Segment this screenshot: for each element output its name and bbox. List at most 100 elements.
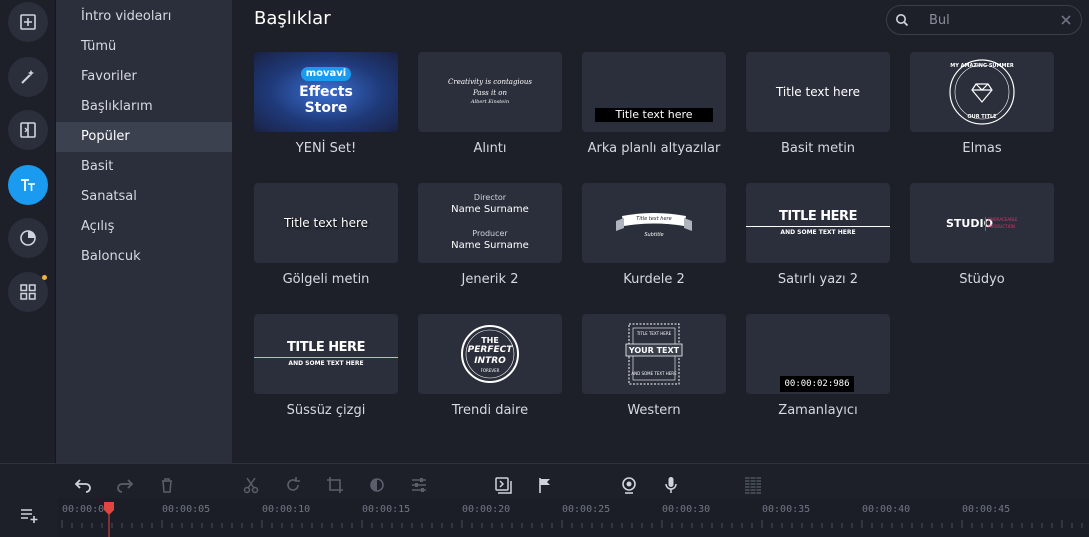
- title-tile-timer[interactable]: 00:00:02:986: [746, 314, 890, 394]
- trash-icon: [162, 478, 172, 493]
- insert-icon: [495, 477, 512, 494]
- thumb-text: EMBRACEABLE: [988, 217, 1018, 222]
- title-tile-credits-2[interactable]: Director Name Surname Producer Name Surn…: [418, 183, 562, 263]
- category-artistic[interactable]: Sanatsal: [56, 182, 232, 212]
- scissors-icon: [243, 477, 259, 494]
- category-intro-videos[interactable]: İntro videoları: [56, 2, 232, 32]
- transitions-icon: [20, 122, 36, 138]
- tile-label: Gölgeli metin: [282, 272, 370, 287]
- tick-label: 00:00:20: [462, 504, 511, 515]
- marker-button[interactable]: [534, 474, 556, 496]
- voiceover-button[interactable]: [660, 474, 682, 496]
- thumb-text: Creativity is contagious: [448, 78, 532, 86]
- tick-label: 00:00:10: [262, 504, 311, 515]
- search-box[interactable]: [886, 5, 1082, 35]
- insert-button[interactable]: [492, 474, 514, 496]
- redo-button[interactable]: [114, 474, 136, 496]
- thumb-text: Effects: [299, 84, 353, 100]
- title-tile-basic-text[interactable]: Title text here: [746, 52, 890, 132]
- tool-rail: [0, 0, 56, 463]
- microphone-icon: [665, 477, 677, 493]
- titles-panel: Başlıklar movavi Effects Store YENİ Set!…: [232, 0, 1089, 463]
- category-bubble[interactable]: Baloncuk: [56, 242, 232, 272]
- audio-meter-button[interactable]: [742, 474, 764, 496]
- rotate-button[interactable]: [282, 474, 304, 496]
- thumb-text: OUR TITLE: [967, 114, 997, 120]
- ribbon-icon: [616, 213, 692, 231]
- title-tile-shadow-text[interactable]: Title text here: [254, 183, 398, 263]
- stickers-button[interactable]: [8, 218, 48, 258]
- webcam-button[interactable]: [618, 474, 640, 496]
- undo-button[interactable]: [72, 474, 94, 496]
- titles-button[interactable]: [8, 165, 48, 205]
- thumb-text: Name Surname: [451, 240, 529, 251]
- title-tile-subtitles-bg[interactable]: Title text here: [582, 52, 726, 132]
- thumb-text: Title text here: [636, 216, 672, 222]
- clear-search-icon[interactable]: [1059, 13, 1073, 27]
- import-icon: [20, 14, 36, 30]
- filters-button[interactable]: [8, 57, 48, 97]
- cut-button[interactable]: [240, 474, 262, 496]
- tick-label: 00:00:35: [762, 504, 811, 515]
- category-favorites[interactable]: Favoriler: [56, 62, 232, 92]
- notification-dot: [42, 275, 47, 280]
- thumb-text: Title text here: [283, 216, 369, 230]
- tile-label: Basit metin: [780, 141, 856, 156]
- title-tile-lined-text-2[interactable]: TITLE HERE AND SOME TEXT HERE: [746, 183, 890, 263]
- movavi-badge: movavi: [301, 67, 351, 81]
- title-tile-plain-line[interactable]: TITLE HERE AND SOME TEXT HERE: [254, 314, 398, 394]
- thumb-text: TITLE HERE: [779, 209, 857, 224]
- tick-label: 00:00:40: [862, 504, 911, 515]
- thumb-text: AND SOME TEXT HERE: [288, 360, 364, 367]
- thumb-text: MY AMAZING SUMMER: [950, 63, 1014, 69]
- crop-button[interactable]: [324, 474, 346, 496]
- sliders-icon: [412, 478, 426, 492]
- thumb-text: TITLE TEXT HERE: [636, 331, 672, 336]
- category-popular[interactable]: Popüler: [56, 122, 232, 152]
- thumb-text: Name Surname: [451, 204, 529, 215]
- tile-label: Zamanlayıcı: [778, 403, 858, 418]
- thumb-text: Title text here: [775, 85, 861, 99]
- add-track-button[interactable]: [18, 504, 40, 526]
- search-icon: [896, 14, 909, 27]
- timeline-ruler[interactable]: 00:00:00 00:00:05 00:00:10 00:00:15 00:0…: [58, 498, 1089, 537]
- category-simple[interactable]: Basit: [56, 152, 232, 182]
- undo-icon: [74, 479, 91, 493]
- thumb-text: PRODUCTION: [988, 224, 1015, 229]
- title-tile-ribbon-2[interactable]: Title text here Subtitle: [582, 183, 726, 263]
- import-button[interactable]: [8, 2, 48, 42]
- page-title: Başlıklar: [254, 8, 331, 29]
- tile-label: Satırlı yazı 2: [777, 272, 859, 287]
- thumb-text: TITLE HERE: [287, 340, 365, 355]
- title-tile-studio[interactable]: STUDIO EMBRACEABLE PRODUCTION: [910, 183, 1054, 263]
- tick-label: 00:00:00: [62, 504, 111, 515]
- title-tile-western[interactable]: TITLE TEXT HERE YOUR TEXT AND SOME TEXT …: [582, 314, 726, 394]
- more-tools-button[interactable]: [8, 272, 48, 312]
- delete-button[interactable]: [156, 474, 178, 496]
- title-tile-trendy-circle[interactable]: THE PERFECT INTRO FOREVER: [418, 314, 562, 394]
- thumb-text: FOREVER: [480, 368, 500, 373]
- tick-label: 00:00:25: [562, 504, 611, 515]
- thumb-text: Pass it on: [473, 89, 507, 97]
- color-adjust-button[interactable]: [366, 474, 388, 496]
- category-opening[interactable]: Açılış: [56, 212, 232, 242]
- category-all[interactable]: Tümü: [56, 32, 232, 62]
- ruler-ticks: [61, 520, 1083, 528]
- title-tile-effects-store[interactable]: movavi Effects Store: [254, 52, 398, 132]
- tile-label: Jenerik 2: [461, 272, 519, 287]
- thumb-text: Producer: [472, 229, 508, 238]
- search-input[interactable]: [929, 11, 1049, 29]
- tile-label: Süssüz çizgi: [286, 403, 366, 418]
- flag-icon: [539, 478, 550, 493]
- tile-label: Kurdele 2: [623, 272, 685, 287]
- tile-label: Trendi daire: [451, 403, 529, 418]
- title-tile-diamond[interactable]: MY AMAZING SUMMER OUR TITLE: [910, 52, 1054, 132]
- add-track-icon: [21, 509, 38, 523]
- thumb-text: YOUR TEXT: [628, 346, 680, 355]
- playhead[interactable]: [104, 502, 114, 537]
- category-my-titles[interactable]: Başlıklarım: [56, 92, 232, 122]
- transitions-button[interactable]: [8, 110, 48, 150]
- tile-label: Arka planlı altyazılar: [587, 141, 721, 156]
- title-tile-quote[interactable]: Creativity is contagious Pass it on Albe…: [418, 52, 562, 132]
- clip-properties-button[interactable]: [408, 474, 430, 496]
